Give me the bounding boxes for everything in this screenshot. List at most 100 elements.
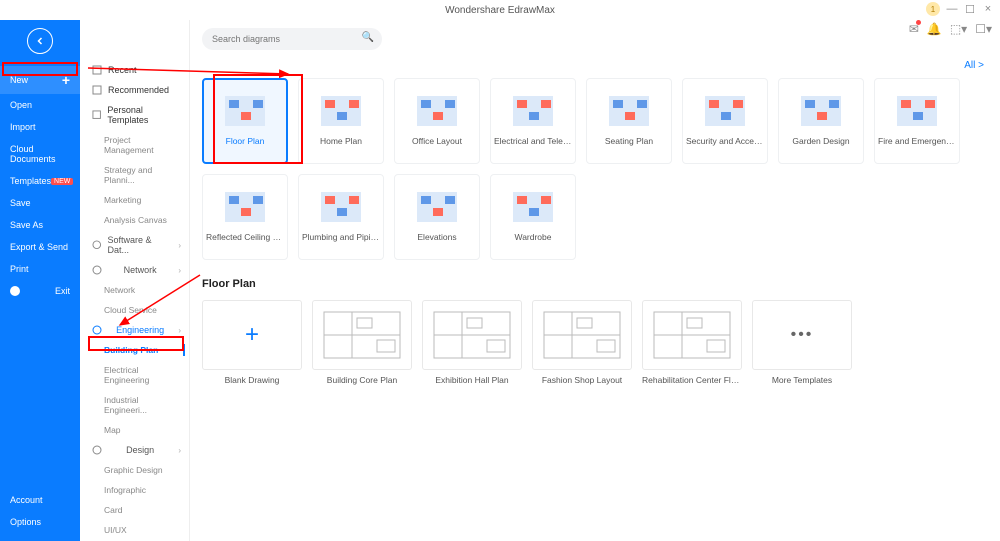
diagram-card-wardrobe[interactable]: Wardrobe: [490, 174, 576, 260]
category-cloud-service[interactable]: Cloud Service: [80, 300, 189, 320]
category-industrial-engineeri-[interactable]: Industrial Engineeri...: [80, 390, 189, 420]
card-thumb: [321, 192, 361, 222]
diagram-card-security-and-access-pl-[interactable]: Security and Access Pl...: [682, 78, 768, 164]
category-software-dat-[interactable]: Software & Dat...›: [80, 230, 189, 260]
template-label: Building Core Plan: [312, 375, 412, 385]
app-title: Wondershare EdrawMax: [445, 5, 555, 16]
diagram-card-home-plan[interactable]: Home Plan: [298, 78, 384, 164]
diagram-card-floor-plan[interactable]: Floor Plan: [202, 78, 288, 164]
category-icon: [92, 445, 102, 455]
category-network[interactable]: Network›: [80, 260, 189, 280]
diagram-card-reflected-ceiling-plan[interactable]: Reflected Ceiling Plan: [202, 174, 288, 260]
card-thumb: [225, 96, 265, 126]
template-thumb: [532, 300, 632, 370]
card-thumb: [897, 96, 937, 126]
template-card-rehabilitation-center-floor-pl-[interactable]: Rehabilitation Center Floor Pl...: [642, 300, 742, 385]
sidebar-item-cloud-documents[interactable]: Cloud Documents: [0, 138, 80, 170]
category-project-management[interactable]: Project Management: [80, 130, 189, 160]
category-building-plan[interactable]: Building Plan: [80, 340, 189, 360]
category-graphic-design[interactable]: Graphic Design: [80, 460, 189, 480]
category-icon: [92, 325, 102, 335]
section-title: Floor Plan: [202, 278, 988, 290]
card-label: Office Layout: [395, 136, 479, 146]
category-icon: [92, 110, 101, 120]
template-card-blank-drawing[interactable]: +Blank Drawing: [202, 300, 302, 385]
category-design[interactable]: Design›: [80, 440, 189, 460]
window-controls: 1 — ☐ ×: [926, 2, 994, 16]
sidebar-item-print[interactable]: Print: [0, 258, 80, 280]
category-analysis-canvas[interactable]: Analysis Canvas: [80, 210, 189, 230]
sidebar-item-save-as[interactable]: Save As: [0, 214, 80, 236]
diagram-card-electrical-and-telecom-[interactable]: Electrical and Telecom...: [490, 78, 576, 164]
diagram-card-seating-plan[interactable]: Seating Plan: [586, 78, 672, 164]
template-card-fashion-shop-layout[interactable]: Fashion Shop Layout: [532, 300, 632, 385]
category-strategy-and-planni-[interactable]: Strategy and Planni...: [80, 160, 189, 190]
plus-icon: +: [245, 321, 259, 349]
diagram-card-fire-and-emergency-pl-[interactable]: Fire and Emergency Pl...: [874, 78, 960, 164]
card-label: Garden Design: [779, 136, 863, 146]
category-engineering[interactable]: Engineering›: [80, 320, 189, 340]
search-input[interactable]: [202, 28, 382, 50]
template-label: Rehabilitation Center Floor Pl...: [642, 375, 742, 385]
diagram-card-office-layout[interactable]: Office Layout: [394, 78, 480, 164]
card-label: Elevations: [395, 232, 479, 242]
card-label: Home Plan: [299, 136, 383, 146]
category-map[interactable]: Map: [80, 420, 189, 440]
sidebar-item-account[interactable]: Account: [0, 489, 80, 511]
card-label: Floor Plan: [204, 136, 286, 146]
card-thumb: [417, 192, 457, 222]
card-label: Reflected Ceiling Plan: [203, 232, 287, 242]
category-ui-ux[interactable]: UI/UX: [80, 520, 189, 540]
card-label: Fire and Emergency Pl...: [875, 136, 959, 146]
card-thumb: [321, 96, 361, 126]
chevron-icon: ›: [178, 446, 181, 455]
template-card-exhibition-hall-plan[interactable]: Exhibition Hall Plan: [422, 300, 522, 385]
template-thumb: [312, 300, 412, 370]
diagram-card-elevations[interactable]: Elevations: [394, 174, 480, 260]
new-tag: NEW: [51, 178, 73, 185]
card-thumb: [417, 96, 457, 126]
sidebar-item-options[interactable]: Options: [0, 511, 80, 533]
card-label: Security and Access Pl...: [683, 136, 767, 146]
search-icon[interactable]: 🔍: [362, 32, 374, 43]
chevron-icon: ›: [178, 326, 181, 335]
category-network[interactable]: Network: [80, 280, 189, 300]
category-icon: [92, 240, 102, 250]
template-thumb: +: [202, 300, 302, 370]
plus-icon: +: [62, 72, 70, 88]
card-label: Plumbing and Piping ...: [299, 232, 383, 242]
card-thumb: [513, 192, 553, 222]
sidebar-item-new[interactable]: New+: [0, 66, 80, 94]
notification-badge[interactable]: 1: [926, 2, 940, 16]
sidebar-item-export-&-send[interactable]: Export & Send: [0, 236, 80, 258]
template-grid: +Blank Drawing Building Core Plan Exhibiti…: [202, 300, 988, 385]
category-panel: RecentRecommendedPersonal TemplatesProje…: [80, 20, 190, 541]
category-recommended[interactable]: Recommended: [80, 80, 189, 100]
category-personal-templates[interactable]: Personal Templates: [80, 100, 189, 130]
sidebar-item-save[interactable]: Save: [0, 192, 80, 214]
sidebar-bottom: AccountOptions: [0, 489, 80, 533]
category-card[interactable]: Card: [80, 500, 189, 520]
maximize-button[interactable]: ☐: [964, 3, 976, 15]
all-link[interactable]: All >: [964, 60, 984, 71]
minimize-button[interactable]: —: [946, 3, 958, 15]
template-card-building-core-plan[interactable]: Building Core Plan: [312, 300, 412, 385]
sidebar-item-templates[interactable]: TemplatesNEW: [0, 170, 80, 192]
diagram-card-garden-design[interactable]: Garden Design: [778, 78, 864, 164]
search-wrap: 🔍: [202, 28, 382, 50]
sidebar-item-exit[interactable]: Exit: [0, 280, 80, 302]
close-button[interactable]: ×: [982, 3, 994, 15]
category-icon: [92, 85, 102, 95]
category-electrical-engineering[interactable]: Electrical Engineering: [80, 360, 189, 390]
category-recent[interactable]: Recent: [80, 60, 189, 80]
chevron-icon: ›: [178, 241, 181, 250]
diagram-card-plumbing-and-piping-[interactable]: Plumbing and Piping ...: [298, 174, 384, 260]
card-thumb: [801, 96, 841, 126]
template-card-more-templates[interactable]: •••More Templates: [752, 300, 852, 385]
category-infographic[interactable]: Infographic: [80, 480, 189, 500]
sidebar-item-import[interactable]: Import: [0, 116, 80, 138]
sidebar-item-open[interactable]: Open: [0, 94, 80, 116]
card-label: Wardrobe: [491, 232, 575, 242]
back-button[interactable]: [27, 28, 53, 54]
category-marketing[interactable]: Marketing: [80, 190, 189, 210]
